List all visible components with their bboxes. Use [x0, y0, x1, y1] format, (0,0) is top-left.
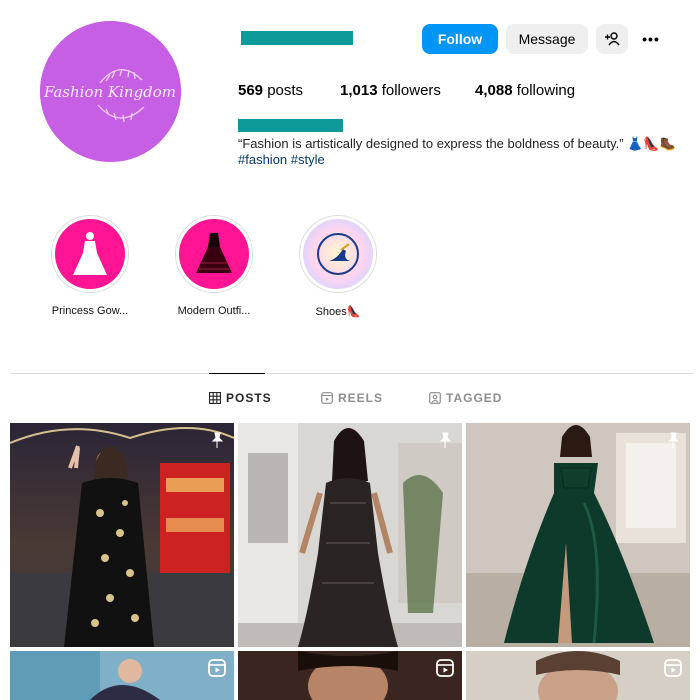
- followers-label: followers: [381, 82, 441, 99]
- highlight-modern-outfits[interactable]: Modern Outfi...: [174, 215, 254, 317]
- shoe-icon: [303, 219, 373, 289]
- post-image-sequin-dress: [10, 423, 234, 647]
- reels-icon: [321, 392, 333, 404]
- posts-count: 569: [238, 82, 264, 99]
- reel-thumbnail: [466, 651, 690, 700]
- highlight-label: Shoes👠: [315, 306, 361, 318]
- bio-hashtags[interactable]: #fashion #style: [238, 152, 325, 167]
- follow-button[interactable]: Follow: [422, 24, 498, 54]
- add-user-button[interactable]: [596, 24, 628, 54]
- post-image-green-gown: [466, 423, 690, 647]
- pin-icon: [667, 432, 680, 448]
- post-image-black-gown: [238, 423, 462, 647]
- wedding-dress-icon: [55, 219, 125, 289]
- more-options-button[interactable]: •••: [636, 24, 666, 54]
- highlight-label: Princess Gow...: [51, 305, 129, 317]
- message-button[interactable]: Message: [506, 24, 588, 54]
- tab-tagged[interactable]: TAGGED: [429, 391, 502, 405]
- tab-posts[interactable]: POSTS: [209, 391, 272, 405]
- highlight-shoes[interactable]: Shoes👠: [298, 215, 378, 318]
- more-icon: •••: [642, 31, 660, 47]
- followers-count: 1,013: [340, 82, 378, 99]
- posts-label: posts: [267, 82, 304, 99]
- tab-posts-label: POSTS: [226, 391, 272, 405]
- reel-icon: [436, 659, 454, 677]
- followers-stat[interactable]: 1,013 followers: [340, 82, 441, 99]
- post-tile[interactable]: [238, 423, 462, 647]
- black-dress-icon: [179, 219, 249, 289]
- post-tile[interactable]: [10, 651, 234, 700]
- username-redacted: [241, 31, 353, 45]
- reel-icon: [664, 659, 682, 677]
- following-label: following: [516, 82, 576, 99]
- grid-icon: [209, 392, 221, 404]
- pin-icon: [211, 432, 224, 448]
- tab-reels-label: REELS: [338, 391, 384, 405]
- tab-tagged-label: TAGGED: [446, 391, 503, 405]
- reel-thumbnail: [238, 651, 462, 700]
- post-tile[interactable]: [238, 651, 462, 700]
- avatar-logo-text: Fashion Kingdom: [43, 83, 176, 101]
- profile-avatar[interactable]: Fashion Kingdom: [40, 21, 181, 162]
- tabs-divider: [10, 373, 694, 374]
- display-name-redacted: [238, 119, 343, 132]
- post-tile[interactable]: [10, 423, 234, 647]
- add-user-icon: [605, 32, 620, 46]
- post-tile[interactable]: [466, 423, 690, 647]
- tagged-icon: [429, 392, 441, 404]
- highlight-label: Modern Outfi...: [177, 305, 251, 317]
- posts-stat: 569 posts: [238, 82, 303, 99]
- tab-reels[interactable]: REELS: [321, 391, 383, 405]
- active-tab-indicator: [209, 373, 265, 374]
- reel-thumbnail: [10, 651, 234, 700]
- post-tile[interactable]: [466, 651, 690, 700]
- highlight-princess-gowns[interactable]: Princess Gow...: [50, 215, 130, 317]
- pin-icon: [439, 432, 452, 448]
- following-stat[interactable]: 4,088 following: [475, 82, 575, 99]
- bio-text: “Fashion is artistically designed to exp…: [238, 136, 676, 151]
- following-count: 4,088: [475, 82, 513, 99]
- reel-icon: [208, 659, 226, 677]
